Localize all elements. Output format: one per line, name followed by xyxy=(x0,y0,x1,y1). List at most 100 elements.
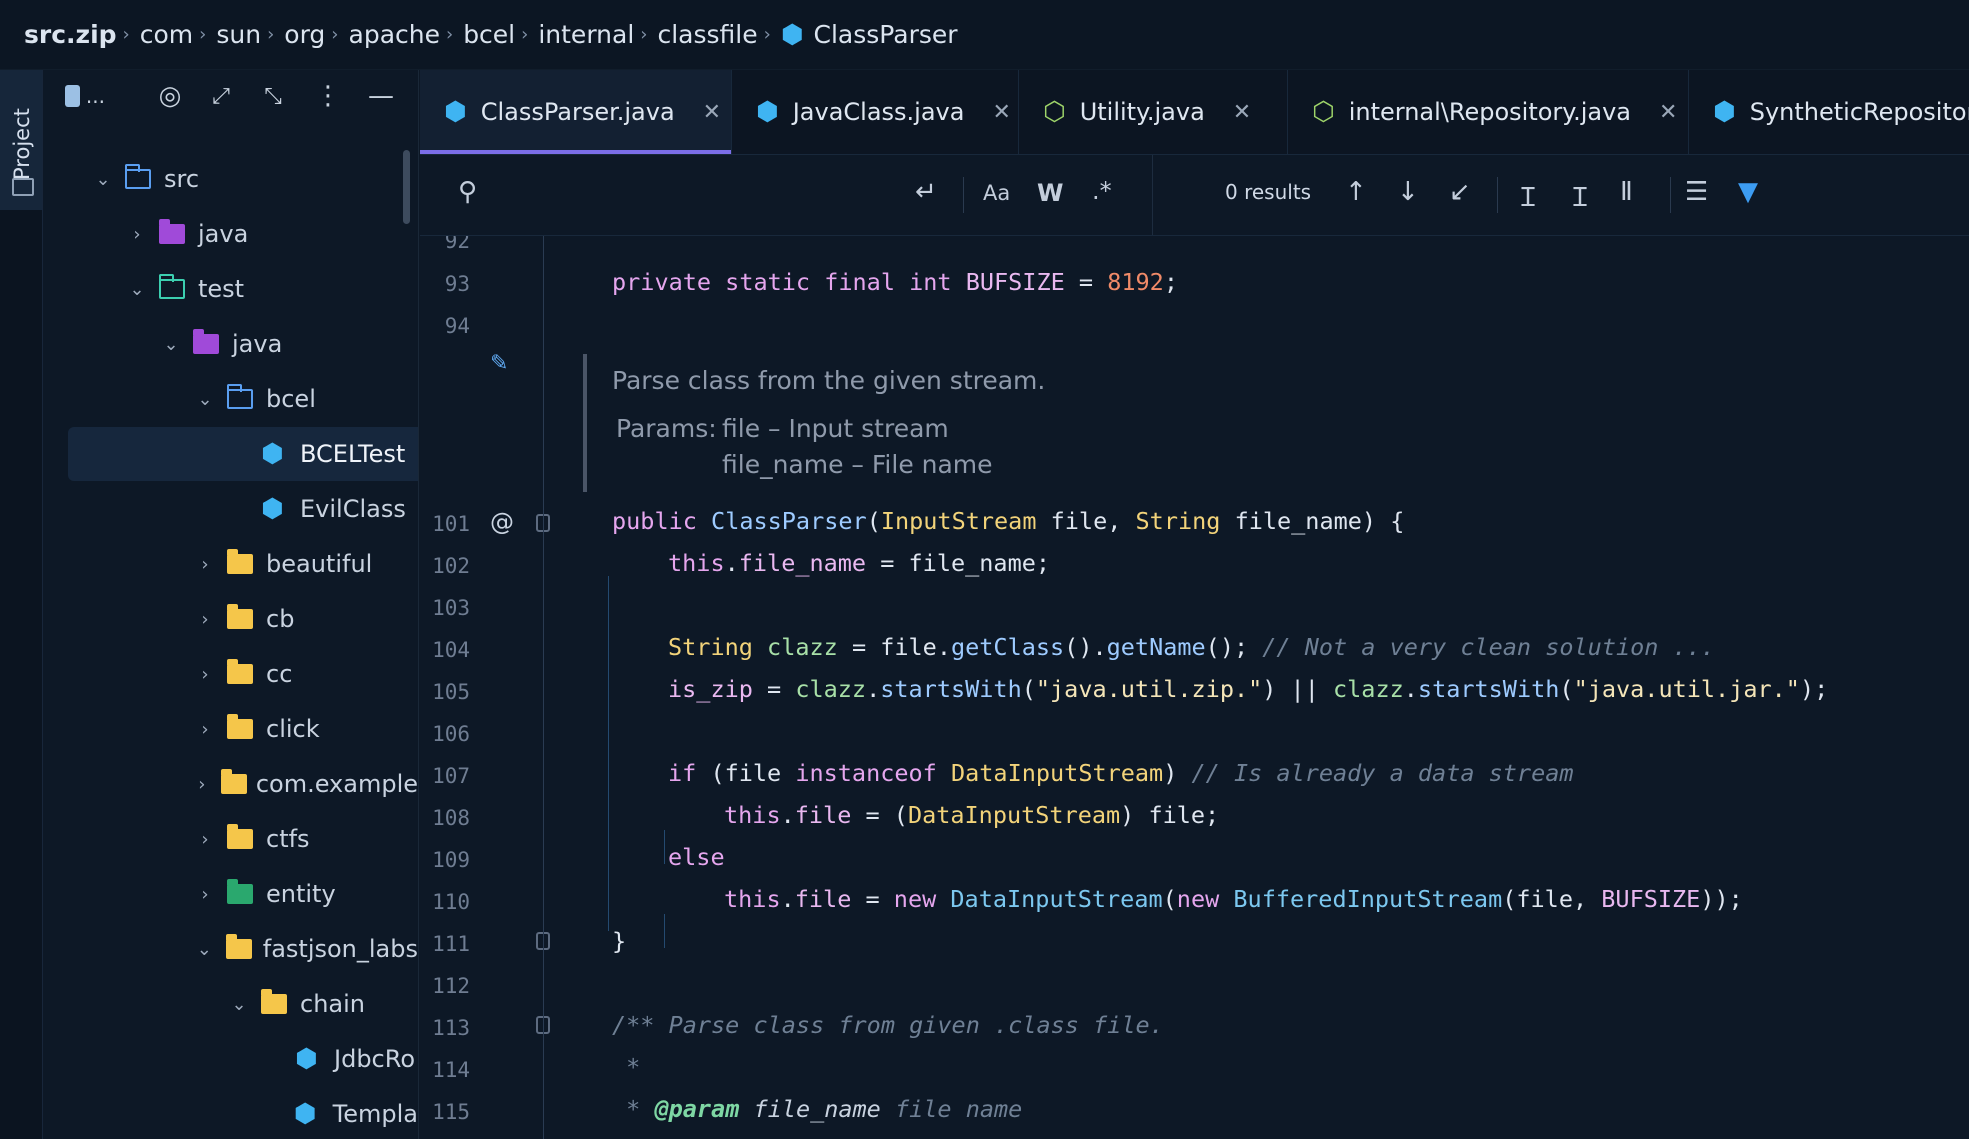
tree-item-bceltest[interactable]: ⬢ BCELTest xyxy=(68,427,418,481)
tree-item-ctfs[interactable]: › ctfs xyxy=(43,812,418,866)
breadcrumb-item[interactable]: classfile xyxy=(657,20,757,49)
chevron-down-icon[interactable]: ⌄ xyxy=(193,389,217,410)
project-window-icon xyxy=(12,178,34,196)
open-in-window-icon[interactable]: ↙ xyxy=(1449,177,1471,207)
chevron-down-icon[interactable]: ⌄ xyxy=(159,334,183,355)
interface-file-icon: ⬡ xyxy=(1312,97,1335,127)
breadcrumb-separator-icon: › xyxy=(445,24,454,45)
chevron-right-icon[interactable]: › xyxy=(193,829,217,850)
tree-item-java[interactable]: › java xyxy=(43,207,418,261)
close-icon[interactable]: ✕ xyxy=(1659,100,1677,125)
select-opened-file-button[interactable]: ◎ xyxy=(150,78,190,114)
select-all-occurrences-icon[interactable]: Ⅱ xyxy=(1620,177,1633,207)
close-icon[interactable]: ✕ xyxy=(703,100,721,125)
chevron-down-icon[interactable]: ⌄ xyxy=(227,994,251,1015)
expand-all-button[interactable]: ⤢ xyxy=(201,78,241,114)
tab-internal-repository[interactable]: ⬡ internal\Repository.java ✕ xyxy=(1288,70,1689,154)
find-bar: ⚲ ↵ Aa W .* 0 results ↑ ↓ ↙ Ｉ Ｉ Ⅱ ☰ ▼ xyxy=(420,155,1969,236)
tree-item-src[interactable]: ⌄ src xyxy=(43,152,418,206)
code-line-102: this.file_name = file_name; xyxy=(668,549,1051,577)
code-line-113: /** Parse class from given .class file. xyxy=(612,1011,1164,1039)
tree-item-label: beautiful xyxy=(266,550,373,578)
tree-item-test[interactable]: ⌄ test xyxy=(43,262,418,316)
breadcrumb-item[interactable]: sun xyxy=(216,20,261,49)
chevron-down-icon[interactable]: ⌄ xyxy=(193,939,216,960)
search-in-selection-icon[interactable]: ☰ xyxy=(1685,177,1708,207)
code-line-114: * xyxy=(612,1053,641,1081)
tab-utility[interactable]: ⬡ Utility.java ✕ xyxy=(1019,70,1288,154)
tree-item-click[interactable]: › click xyxy=(43,702,418,756)
line-number: 111 xyxy=(432,932,470,956)
doc-params-label: Params: xyxy=(616,414,717,443)
chevron-right-icon[interactable]: › xyxy=(193,719,217,740)
remove-occurrence-icon[interactable]: Ｉ xyxy=(1567,177,1593,214)
breadcrumb-separator-icon: › xyxy=(122,24,130,45)
tree-item-templa[interactable]: ⬢ Templa xyxy=(43,1087,418,1139)
search-input[interactable] xyxy=(500,175,904,217)
class-file-icon: ⬢ xyxy=(780,19,804,50)
tree-item-cb[interactable]: › cb xyxy=(43,592,418,646)
chevron-right-icon[interactable]: › xyxy=(193,664,217,685)
close-icon[interactable]: ✕ xyxy=(992,100,1010,125)
edit-doc-icon[interactable]: ✎ xyxy=(490,351,508,376)
tree-item-cc[interactable]: › cc xyxy=(43,647,418,701)
view-selector-label: ... xyxy=(85,84,105,108)
chevron-right-icon[interactable]: › xyxy=(193,554,217,575)
arrow-up-icon[interactable]: ↑ xyxy=(1345,177,1367,207)
breadcrumb-separator-icon: › xyxy=(521,24,529,45)
tab-syntheticrepository[interactable]: ⬢ SyntheticRepository xyxy=(1689,70,1969,154)
code-editor[interactable]: 92 93 94 101 102 103 104 105 106 107 108… xyxy=(420,236,1969,1139)
breadcrumb-item[interactable]: ClassParser xyxy=(814,20,958,49)
filter-icon[interactable]: ▼ xyxy=(1738,177,1758,207)
tab-label: JavaClass.java xyxy=(792,98,965,126)
tab-classparser[interactable]: ⬢ ClassParser.java ✕ xyxy=(420,70,732,154)
folder-icon xyxy=(220,769,247,797)
add-occurrence-icon[interactable]: Ｉ xyxy=(1515,177,1541,214)
tree-item-jdbcro[interactable]: ⬢ JdbcRo xyxy=(43,1032,418,1086)
tree-item-com-example[interactable]: › com.example xyxy=(43,757,418,811)
tab-javaclass[interactable]: ⬢ JavaClass.java ✕ xyxy=(732,70,1019,154)
regex-button[interactable]: .* xyxy=(1092,177,1112,205)
newline-icon[interactable]: ↵ xyxy=(915,177,937,207)
close-icon[interactable]: ✕ xyxy=(1233,100,1251,125)
arrow-down-icon[interactable]: ↓ xyxy=(1397,177,1419,207)
tree-item-fastjson-labs[interactable]: ⌄ fastjson_labs xyxy=(43,922,418,976)
tree-item-beautiful[interactable]: › beautiful xyxy=(43,537,418,591)
breadcrumb-item[interactable]: internal xyxy=(538,20,634,49)
code-line-105: is_zip = clazz.startsWith("java.util.zip… xyxy=(668,675,1829,703)
code-line-111: } xyxy=(612,927,627,955)
tree-item-label: src xyxy=(164,165,200,193)
chevron-right-icon[interactable]: › xyxy=(193,609,217,630)
chevron-right-icon[interactable]: › xyxy=(193,774,211,795)
search-field[interactable]: ⚲ ↵ Aa W .* xyxy=(420,155,1153,235)
tab-label: ClassParser.java xyxy=(480,98,675,126)
tree-item-entity[interactable]: › entity xyxy=(43,867,418,921)
override-annotation-icon[interactable]: @ xyxy=(490,508,514,536)
java-class-icon: ⬢ xyxy=(261,494,284,524)
code-line-107: if (file instanceof DataInputStream) // … xyxy=(668,759,1574,787)
whole-words-button[interactable]: W xyxy=(1037,179,1063,207)
class-file-icon: ⬢ xyxy=(444,97,467,127)
project-view-selector[interactable]: ... xyxy=(65,78,105,114)
class-file-icon: ⬢ xyxy=(756,97,779,127)
chevron-right-icon[interactable]: › xyxy=(193,884,217,905)
breadcrumb-item[interactable]: apache xyxy=(349,20,440,49)
chevron-down-icon[interactable]: ⌄ xyxy=(91,169,115,190)
breadcrumb-item[interactable]: org xyxy=(284,20,325,49)
breadcrumb-separator-icon: › xyxy=(331,24,339,45)
tree-item-label: chain xyxy=(300,990,365,1018)
tree-item-chain[interactable]: ⌄ chain xyxy=(43,977,418,1031)
options-menu-button[interactable]: ⋮ xyxy=(308,78,348,114)
chevron-down-icon[interactable]: ⌄ xyxy=(125,279,149,300)
match-case-button[interactable]: Aa xyxy=(983,181,1010,205)
breadcrumb-item[interactable]: com xyxy=(140,20,193,49)
code-line-104: String clazz = file.getClass().getName()… xyxy=(668,633,1716,661)
chevron-right-icon[interactable]: › xyxy=(125,224,149,245)
tree-item-bcel[interactable]: ⌄ bcel xyxy=(43,372,418,426)
tree-item-evilclass[interactable]: ⬢ EvilClass xyxy=(43,482,418,536)
collapse-all-button[interactable]: ⤡ xyxy=(253,78,293,114)
breadcrumb-item[interactable]: bcel xyxy=(463,20,515,49)
hide-panel-button[interactable]: — xyxy=(361,78,401,114)
tree-item-test-java[interactable]: ⌄ java xyxy=(43,317,418,371)
breadcrumb-item[interactable]: src.zip xyxy=(24,20,117,49)
